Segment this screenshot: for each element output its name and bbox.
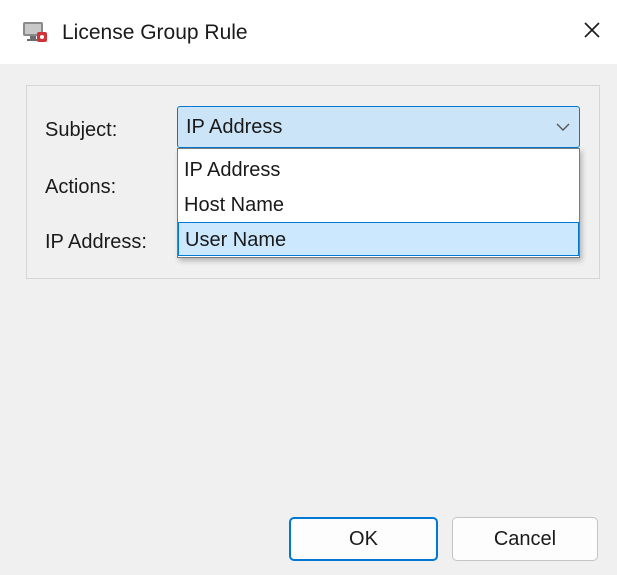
- option-ip-address[interactable]: IP Address: [178, 153, 579, 187]
- window-title: License Group Rule: [62, 21, 248, 44]
- subject-selected-value: IP Address: [186, 116, 283, 138]
- license-group-rule-dialog: License Group Rule Subject: Actions: IP …: [0, 0, 617, 575]
- subject-label: Subject:: [45, 119, 118, 141]
- close-button[interactable]: [572, 14, 612, 50]
- option-user-name[interactable]: User Name: [178, 222, 579, 256]
- ok-button[interactable]: OK: [289, 517, 438, 561]
- actions-label: Actions:: [45, 176, 117, 198]
- ip-address-label: IP Address:: [45, 231, 147, 253]
- chevron-down-icon: [555, 120, 571, 134]
- network-monitor-icon: [22, 20, 48, 44]
- option-host-name[interactable]: Host Name: [178, 188, 579, 222]
- title-bar: License Group Rule: [0, 0, 617, 64]
- cancel-button[interactable]: Cancel: [452, 517, 598, 561]
- subject-dropdown-list: IP Address Host Name User Name: [177, 148, 580, 258]
- close-icon: [582, 20, 602, 45]
- subject-combobox[interactable]: IP Address: [177, 106, 580, 148]
